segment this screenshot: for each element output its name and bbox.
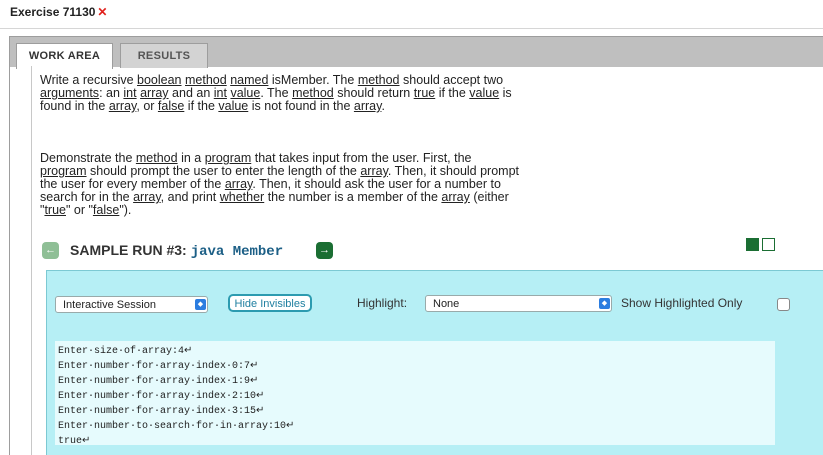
description-text: Write a recursive — [40, 73, 138, 87]
panel-border — [9, 66, 10, 455]
description-text: isMember. The — [268, 73, 358, 87]
description-text: should return — [333, 86, 414, 100]
arrow-right-icon: → — [319, 244, 330, 256]
select-arrows-icon: ◆ — [195, 299, 206, 310]
show-highlighted-label: Show Highlighted Only — [621, 296, 743, 310]
work-area-content: Write a recursive boolean method named i… — [31, 66, 823, 455]
glossary-term-link[interactable]: method — [136, 151, 178, 165]
description-text: should prompt the user to enter the leng… — [86, 164, 361, 178]
view-toggle — [746, 238, 778, 252]
description-text: : an — [99, 86, 124, 100]
description-text: , and print — [160, 190, 220, 204]
glossary-term-link[interactable]: array — [140, 86, 168, 100]
select-arrows-icon: ◆ — [599, 298, 610, 309]
description-text: "). — [119, 203, 132, 217]
empty-square-icon[interactable] — [762, 238, 775, 251]
description-text: , or — [136, 99, 158, 113]
glossary-term-link[interactable]: false — [93, 203, 119, 217]
description-text: the number is a member of the — [264, 190, 442, 204]
next-sample-button[interactable]: → — [316, 242, 333, 259]
close-icon[interactable]: ✕ — [97, 5, 107, 19]
glossary-term-link[interactable]: array — [225, 177, 253, 191]
sample-run-command: java Member — [190, 244, 284, 260]
arrow-left-icon: ← — [45, 244, 56, 256]
exercise-title: Exercise 71130 ✕ — [10, 5, 108, 19]
show-highlighted-checkbox[interactable] — [777, 298, 790, 311]
console-line: true↵ — [58, 436, 91, 447]
console-line: Enter·number·for·array·index·2:10↵ — [58, 391, 265, 402]
glossary-term-link[interactable]: int — [214, 86, 227, 100]
hide-invisibles-button[interactable]: Hide Invisibles — [228, 294, 312, 312]
description-text: . The — [260, 86, 293, 100]
tab-strip: WORK AREA RESULTS — [9, 36, 823, 69]
filled-square-icon[interactable] — [746, 238, 759, 251]
description-text: if the — [184, 99, 219, 113]
description-text: Demonstrate the — [40, 151, 136, 165]
glossary-term-link[interactable]: boolean — [137, 73, 182, 87]
glossary-term-link[interactable]: array — [441, 190, 469, 204]
glossary-term-link[interactable]: method — [185, 73, 227, 87]
sample-run-title: SAMPLE RUN #3: java Member — [70, 242, 284, 260]
description-text: " or " — [65, 203, 93, 217]
glossary-term-link[interactable]: array — [133, 190, 161, 204]
description-text: and an — [168, 86, 214, 100]
glossary-term-link[interactable]: array — [354, 99, 382, 113]
description-text: that takes input from the user. First, t… — [251, 151, 472, 165]
description-text: . — [381, 99, 385, 113]
glossary-term-link[interactable]: method — [292, 86, 334, 100]
glossary-term-link[interactable]: array — [109, 99, 137, 113]
glossary-term-link[interactable]: program — [205, 151, 252, 165]
session-panel: Interactive Session ◆ Hide Invisibles Hi… — [46, 270, 823, 455]
console-line: Enter·number·to·search·for·in·array:10↵ — [58, 421, 295, 432]
glossary-term-link[interactable]: program — [40, 164, 87, 178]
console-line: Enter·size·of·array:4↵ — [58, 346, 193, 357]
session-mode-select[interactable]: Interactive Session ◆ — [55, 296, 208, 313]
description-text: is not found in the — [248, 99, 354, 113]
tab-results[interactable]: RESULTS — [120, 43, 208, 68]
glossary-term-link[interactable]: true — [44, 203, 66, 217]
description-text: in a — [177, 151, 205, 165]
console-line: Enter·number·for·array·index·3:15↵ — [58, 406, 265, 417]
glossary-term-link[interactable]: value — [230, 86, 260, 100]
glossary-term-link[interactable]: value — [469, 86, 499, 100]
description-paragraph-2: Demonstrate the method in a program that… — [40, 152, 520, 217]
previous-sample-button[interactable]: ← — [42, 242, 59, 259]
glossary-term-link[interactable]: named — [230, 73, 268, 87]
highlight-label: Highlight: — [357, 296, 408, 310]
glossary-term-link[interactable]: true — [414, 86, 436, 100]
description-paragraph-1: Write a recursive boolean method named i… — [40, 74, 520, 113]
title-bar: Exercise 71130 ✕ — [0, 0, 823, 29]
glossary-term-link[interactable]: arguments — [40, 86, 99, 100]
console-line: Enter·number·for·array·index·1:9↵ — [58, 376, 259, 387]
glossary-term-link[interactable]: false — [158, 99, 184, 113]
description-text: should accept two — [399, 73, 504, 87]
highlight-select[interactable]: None ◆ — [425, 295, 612, 312]
glossary-term-link[interactable]: value — [218, 99, 248, 113]
glossary-term-link[interactable]: whether — [220, 190, 264, 204]
glossary-term-link[interactable]: array — [360, 164, 388, 178]
console-output: Enter·size·of·array:4↵ Enter·number·for·a… — [55, 341, 775, 447]
glossary-term-link[interactable]: int — [123, 86, 136, 100]
glossary-term-link[interactable]: method — [358, 73, 400, 87]
console-line: Enter·number·for·array·index·0:7↵ — [58, 361, 259, 372]
description-text: if the — [435, 86, 470, 100]
